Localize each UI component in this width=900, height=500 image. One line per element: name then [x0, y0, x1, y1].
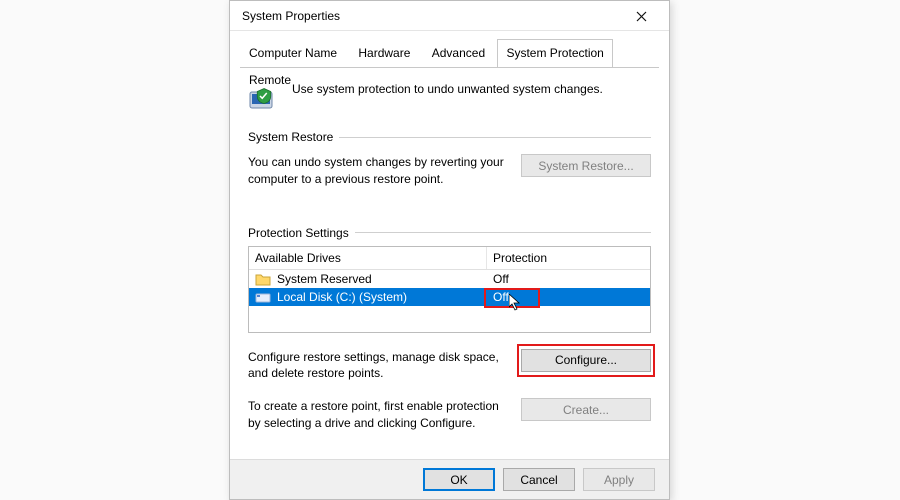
column-header-drive[interactable]: Available Drives [249, 247, 487, 269]
system-restore-title: System Restore [248, 130, 333, 144]
drives-header: Available Drives Protection [249, 247, 650, 270]
intro-row: Use system protection to undo unwanted s… [248, 82, 651, 116]
system-restore-group: System Restore You can undo system chang… [248, 130, 651, 188]
create-button: Create... [521, 398, 651, 421]
tabs-bar: Computer Name Hardware Advanced System P… [240, 39, 659, 68]
dialog-footer: OK Cancel Apply [230, 459, 669, 499]
drive-row[interactable]: Local Disk (C:) (System) Off [249, 288, 650, 306]
protection-settings-group: Protection Settings Available Drives Pro… [248, 226, 651, 432]
drives-listview[interactable]: Available Drives Protection System Reser… [248, 246, 651, 333]
system-properties-dialog: System Properties Computer Name Hardware… [229, 0, 670, 500]
tab-content: Use system protection to undo unwanted s… [230, 68, 669, 459]
system-restore-desc: You can undo system changes by reverting… [248, 154, 511, 188]
configure-button[interactable]: Configure... [521, 349, 651, 372]
window-title: System Properties [242, 9, 621, 23]
tab-system-protection[interactable]: System Protection [497, 39, 612, 67]
close-icon [636, 11, 647, 22]
drive-protection: Off [487, 272, 650, 286]
protection-settings-title: Protection Settings [248, 226, 349, 240]
ok-button[interactable]: OK [423, 468, 495, 491]
drive-icon [255, 290, 271, 304]
system-restore-button: System Restore... [521, 154, 651, 177]
titlebar: System Properties [230, 1, 669, 31]
create-desc: To create a restore point, first enable … [248, 398, 511, 432]
cancel-button[interactable]: Cancel [503, 468, 575, 491]
column-header-protection[interactable]: Protection [487, 247, 650, 269]
drive-name: Local Disk (C:) (System) [277, 290, 407, 304]
apply-button: Apply [583, 468, 655, 491]
drive-protection: Off [493, 290, 509, 304]
tab-hardware[interactable]: Hardware [349, 39, 419, 66]
tab-computer-name[interactable]: Computer Name [240, 39, 346, 66]
drive-row[interactable]: System Reserved Off [249, 270, 650, 288]
tab-remote[interactable]: Remote [240, 66, 300, 93]
drive-name: System Reserved [277, 272, 372, 286]
configure-desc: Configure restore settings, manage disk … [248, 349, 511, 383]
tab-advanced[interactable]: Advanced [423, 39, 494, 66]
intro-text: Use system protection to undo unwanted s… [292, 82, 603, 96]
folder-icon [255, 272, 271, 286]
close-button[interactable] [621, 2, 661, 30]
